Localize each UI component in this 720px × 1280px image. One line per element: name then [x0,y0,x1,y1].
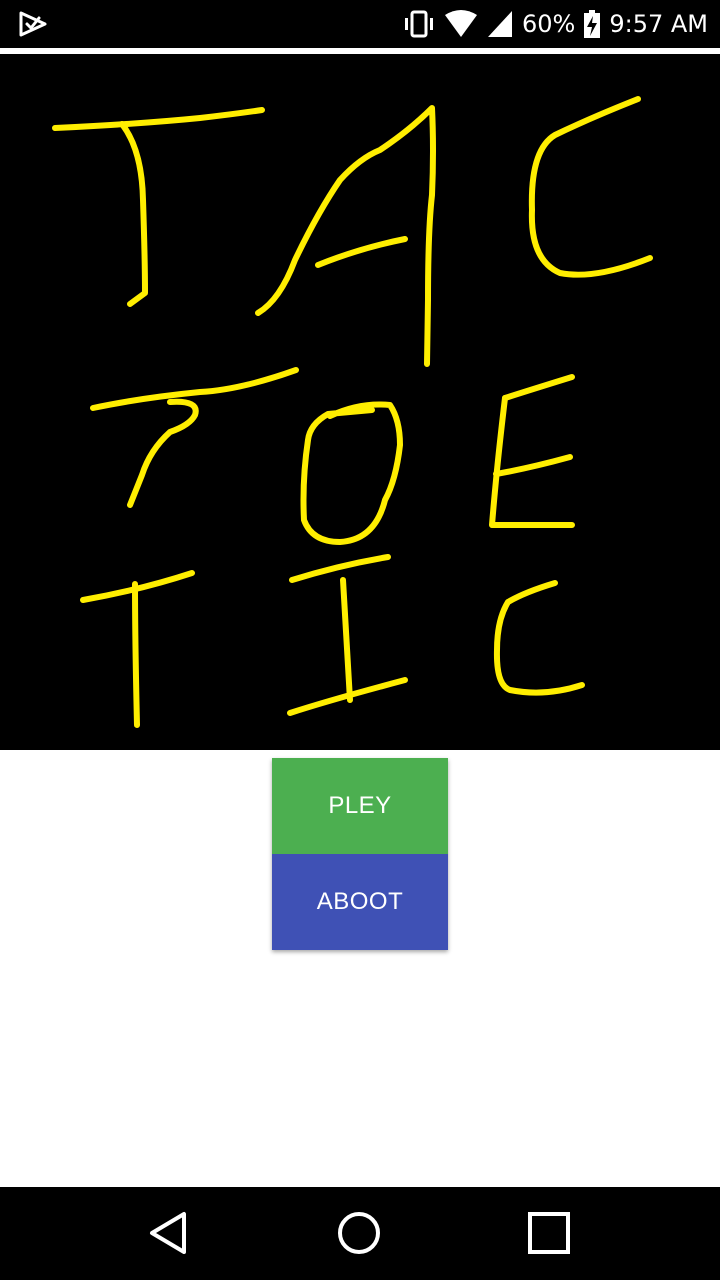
clock: 9:57 AM [609,10,708,38]
play-button[interactable]: PLEY [272,758,448,854]
title-letter-t-2 [90,367,299,508]
title-letter-c-2 [493,580,585,696]
back-icon[interactable] [146,1209,194,1257]
title-letter-i [287,554,408,716]
title-divider [0,48,720,56]
title-art [0,56,720,750]
status-icons: 60% 9:57 AM [402,0,708,48]
wifi-icon [445,10,477,37]
status-bar: 60% 9:57 AM [0,0,720,48]
main-menu: PLEY ABOOT [272,758,448,950]
recents-icon[interactable] [525,1209,573,1257]
title-letter-o [300,401,403,545]
vibrate-icon [405,10,433,38]
title-letter-e [489,374,575,529]
navigation-bar [0,1187,720,1280]
title-letter-t-1 [52,107,265,307]
title-letter-c-1 [528,96,653,278]
battery-charging-icon [584,10,601,38]
home-icon[interactable] [335,1209,383,1257]
about-button[interactable]: ABOOT [272,854,448,950]
app-notification-icon [19,11,47,37]
title-letter-t-3 [80,570,195,728]
title-letter-a [255,105,436,367]
title-art-drawing [52,96,653,728]
battery-percent: 60% [522,10,576,38]
cell-signal-icon [488,11,512,37]
